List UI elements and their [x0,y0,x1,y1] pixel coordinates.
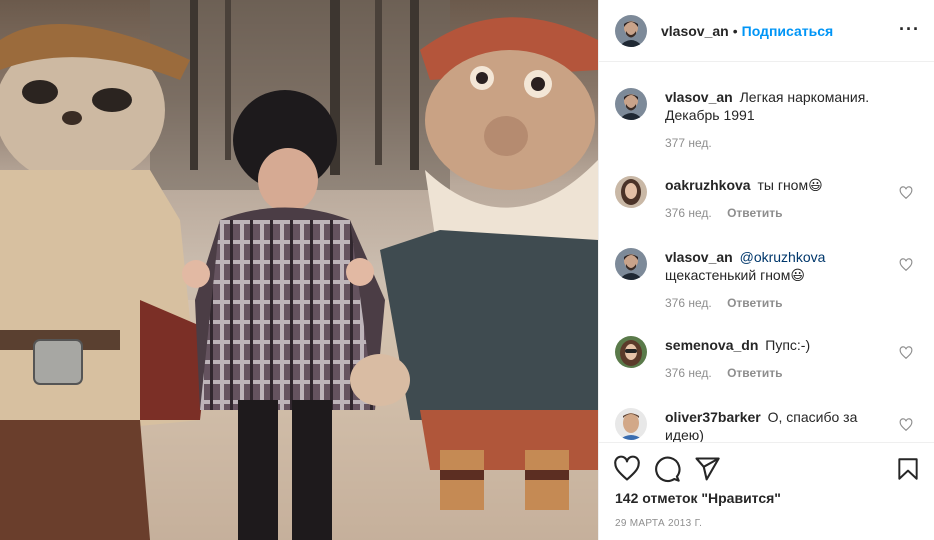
like-comment-icon[interactable] [899,418,913,432]
comment-meta: 376 нед. Ответить [665,366,895,380]
comment-meta: 377 нед. [665,136,895,150]
avatar[interactable] [615,88,647,120]
heart-icon[interactable] [613,455,641,483]
caption-comment: vlasov_an Легкая наркомания. Декабрь 199… [599,88,934,176]
like-comment-icon[interactable] [899,258,913,272]
comment-text: ты гном😃 [757,177,823,193]
comment-username[interactable]: oakruzhkova [665,177,751,193]
comment-meta: 376 нед. Ответить [665,206,895,220]
bookmark-icon[interactable] [895,455,921,483]
avatar[interactable] [615,176,647,208]
reply-button[interactable]: Ответить [727,366,782,380]
more-options-icon[interactable]: ··· [899,20,920,38]
post-header: vlasov_an • Подписаться ··· [599,0,934,62]
comment-text: щекастенький гном😃 [665,267,805,283]
comment-meta: 376 нед. Ответить [665,296,895,310]
comment-icon[interactable] [653,455,681,483]
action-icons [613,455,733,483]
post-side-panel: vlasov_an • Подписаться ··· vlasov_an Ле… [598,0,934,540]
avatar[interactable] [615,14,647,47]
comment-username[interactable]: vlasov_an [665,89,733,105]
avatar[interactable] [615,248,647,280]
comment-body: oliver37barker О, спасибо за идею) [665,408,895,442]
comment-time[interactable]: 376 нед. [665,296,712,310]
comment-body: oakruzhkova ты гном😃 376 нед. Ответить [665,176,895,248]
photo-image [0,0,598,540]
like-comment-icon[interactable] [899,346,913,360]
avatar[interactable] [615,336,647,368]
avatar[interactable] [615,408,647,440]
comment-body: semenova_dn Пупс:-) 376 нед. Ответить [665,336,895,408]
post-photo[interactable] [0,0,598,540]
list-item: oliver37barker О, спасибо за идею) [599,408,934,442]
follow-button[interactable]: Подписаться [742,23,834,39]
comment-username[interactable]: vlasov_an [665,249,733,265]
likes-count[interactable]: 142 отметок "Нравится" [615,490,781,506]
comment-time[interactable]: 376 нед. [665,366,712,380]
comment-time[interactable]: 376 нед. [665,206,712,220]
comment-body: vlasov_an Легкая наркомания. Декабрь 199… [665,88,895,176]
list-item: semenova_dn Пупс:-) 376 нед. Ответить [599,336,934,408]
comment-text: Пупс:-) [765,337,811,353]
comment-username[interactable]: semenova_dn [665,337,758,353]
post-date[interactable]: 29 МАРТА 2013 Г. [615,518,702,529]
comment-username[interactable]: oliver37barker [665,409,761,425]
comment-time[interactable]: 377 нед. [665,136,712,150]
comment-body: vlasov_an @okruzhkova щекастенький гном😃… [665,248,895,336]
comment-mention[interactable]: @okruzhkova [740,249,826,265]
reply-button[interactable]: Ответить [727,206,782,220]
header-username[interactable]: vlasov_an [661,23,729,39]
list-item: oakruzhkova ты гном😃 376 нед. Ответить [599,176,934,248]
header-separator: • [732,22,738,39]
comments-list[interactable]: vlasov_an Легкая наркомания. Декабрь 199… [599,62,934,442]
reply-button[interactable]: Ответить [727,296,782,310]
post-actions: 142 отметок "Нравится" 29 МАРТА 2013 Г. [599,442,934,540]
like-comment-icon[interactable] [899,186,913,200]
share-icon[interactable] [693,455,721,483]
list-item: vlasov_an @okruzhkova щекастенький гном😃… [599,248,934,336]
